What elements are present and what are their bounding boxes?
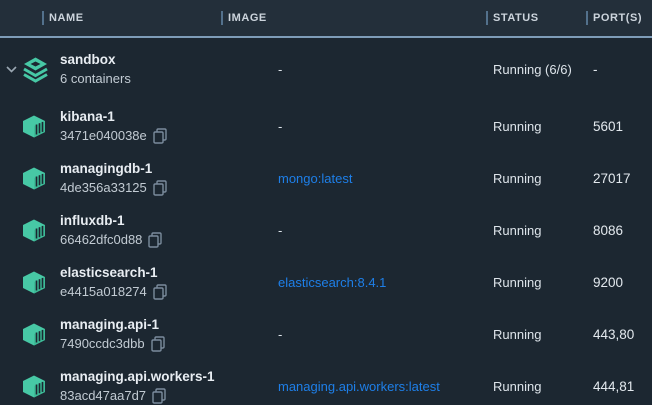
copy-id-button[interactable] (153, 180, 167, 196)
container-image: - (278, 327, 493, 342)
group-ports: - (593, 62, 652, 77)
table-header: NAME IMAGE STATUS PORT(S) (0, 0, 652, 38)
group-containers-count: 6 containers (60, 70, 278, 87)
copy-icon[interactable] (152, 388, 166, 404)
containers-table: NAME IMAGE STATUS PORT(S) (0, 0, 652, 405)
column-separator (486, 11, 488, 25)
container-image-link[interactable]: managing.api.workers:latest (278, 379, 493, 394)
container-status: Running (493, 275, 593, 290)
column-header-status-label: STATUS (493, 12, 539, 24)
container-cube-icon (22, 323, 46, 346)
group-name: sandbox (60, 51, 278, 68)
copy-icon[interactable] (148, 232, 162, 248)
copy-id-button[interactable] (152, 388, 166, 404)
column-header-image[interactable]: IMAGE (221, 11, 486, 25)
container-name: managingdb-1 (60, 160, 278, 177)
column-header-ports[interactable]: PORT(S) (586, 11, 652, 25)
container-cube-icon (22, 375, 46, 398)
group-image: - (278, 62, 493, 77)
container-id: e4415a018274 (60, 283, 147, 300)
container-name: influxdb-1 (60, 212, 278, 229)
column-header-name[interactable]: NAME (42, 11, 221, 25)
copy-icon[interactable] (153, 180, 167, 196)
column-header-ports-label: PORT(S) (593, 12, 642, 24)
column-header-status[interactable]: STATUS (486, 11, 586, 25)
container-ports: 443,80 (593, 327, 652, 342)
copy-id-button[interactable] (153, 128, 167, 144)
container-cube-icon (22, 167, 46, 190)
stack-icon (22, 56, 49, 83)
column-header-image-label: IMAGE (228, 12, 267, 24)
container-group-row[interactable]: sandbox 6 containers - Running (6/6) - (0, 38, 652, 100)
table-row[interactable]: kibana-1 3471e040038e - Running 5601 (0, 100, 652, 152)
table-row[interactable]: managing.api-1 7490ccdc3dbb - Running 44… (0, 308, 652, 360)
container-id: 66462dfc0d88 (60, 231, 142, 248)
column-header-name-label: NAME (49, 12, 84, 24)
container-ports: 444,81 (593, 379, 652, 394)
copy-id-button[interactable] (153, 284, 167, 300)
container-ports: 9200 (593, 275, 652, 290)
column-separator (42, 11, 44, 25)
container-id: 83acd47aa7d7 (60, 387, 146, 404)
container-id: 4de356a33125 (60, 179, 147, 196)
container-image: - (278, 223, 493, 238)
container-status: Running (493, 223, 593, 238)
table-row[interactable]: managing.api.workers-1 83acd47aa7d7 mana… (0, 360, 652, 405)
container-id: 7490ccdc3dbb (60, 335, 145, 352)
container-image-link[interactable]: mongo:latest (278, 171, 493, 186)
copy-icon[interactable] (153, 128, 167, 144)
group-status: Running (6/6) (493, 62, 593, 77)
table-row[interactable]: managingdb-1 4de356a33125 mongo:latest R… (0, 152, 652, 204)
container-id: 3471e040038e (60, 127, 147, 144)
container-status: Running (493, 119, 593, 134)
container-ports: 8086 (593, 223, 652, 238)
chevron-down-icon[interactable] (6, 66, 17, 73)
container-status: Running (493, 327, 593, 342)
container-name: managing.api.workers-1 (60, 368, 278, 385)
container-name: managing.api-1 (60, 316, 278, 333)
copy-id-button[interactable] (148, 232, 162, 248)
column-separator (586, 11, 588, 25)
table-row[interactable]: influxdb-1 66462dfc0d88 - Running 8086 (0, 204, 652, 256)
column-separator (221, 11, 223, 25)
container-cube-icon (22, 115, 46, 138)
container-name: kibana-1 (60, 108, 278, 125)
container-image: - (278, 119, 493, 134)
container-name: elasticsearch-1 (60, 264, 278, 281)
container-ports: 27017 (593, 171, 652, 186)
copy-icon[interactable] (151, 336, 165, 352)
table-row[interactable]: elasticsearch-1 e4415a018274 elasticsear… (0, 256, 652, 308)
container-status: Running (493, 379, 593, 394)
container-image-link[interactable]: elasticsearch:8.4.1 (278, 275, 493, 290)
copy-id-button[interactable] (151, 336, 165, 352)
container-cube-icon (22, 219, 46, 242)
container-status: Running (493, 171, 593, 186)
container-cube-icon (22, 271, 46, 294)
container-ports: 5601 (593, 119, 652, 134)
copy-icon[interactable] (153, 284, 167, 300)
